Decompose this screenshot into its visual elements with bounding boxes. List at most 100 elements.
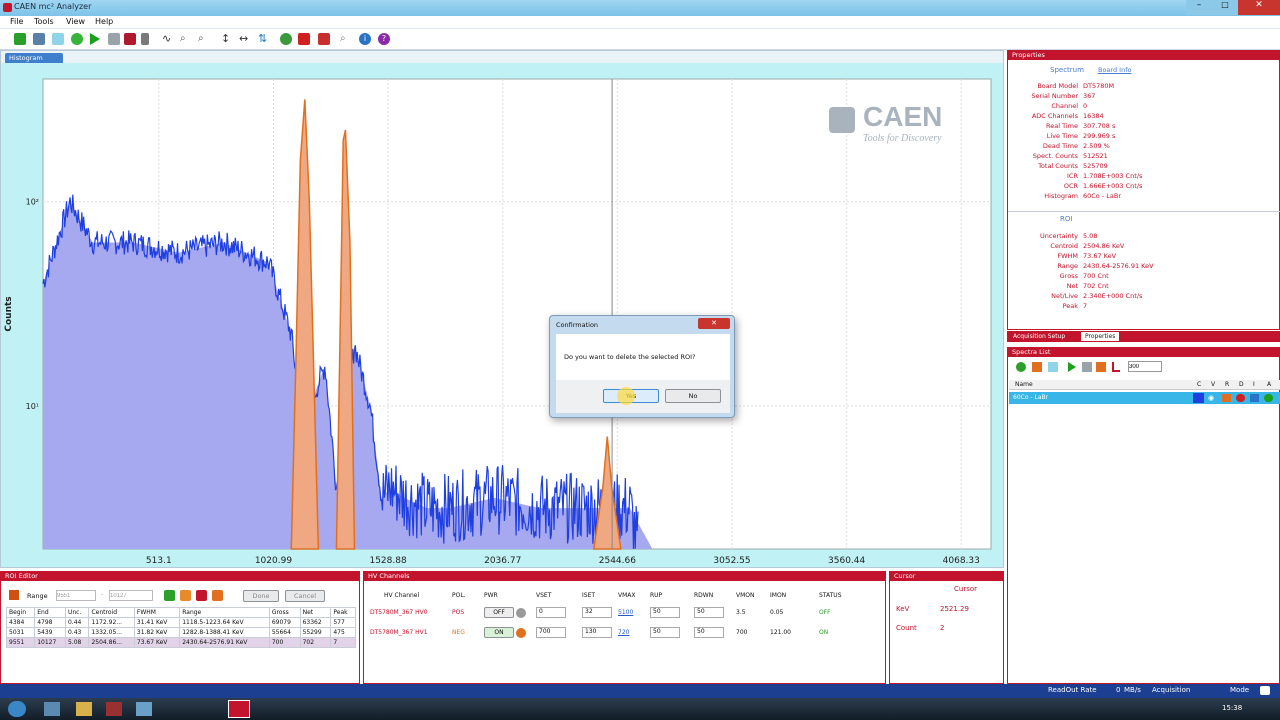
filter-icon[interactable] <box>52 33 64 45</box>
zoom-in-icon[interactable]: ⌕ <box>180 33 192 45</box>
roi-cell: 10127 <box>34 637 66 648</box>
roi-table-row[interactable]: 4384 4798 0.44 1172.92... 31.41 KeV 1118.5-12… <box>5 617 356 628</box>
hv-power-icon[interactable] <box>516 608 526 618</box>
roi-table-row[interactable]: 5031 5439 0.43 1332.05... 31.82 KeV 1282.8-13… <box>5 627 356 638</box>
range-to-input[interactable] <box>109 590 153 601</box>
fit-horizontal-icon[interactable]: ↔ <box>239 33 251 45</box>
media-icon[interactable] <box>106 702 122 716</box>
hv-iset-input[interactable]: 32 <box>582 607 612 618</box>
hv-vmon: 700 <box>736 629 748 636</box>
histogram-chart[interactable]: 513.1 1020.99 1528.88 2036.77 2544.66 3052.55… <box>1 63 1003 567</box>
active-icon[interactable] <box>1264 394 1273 402</box>
hv-iset-input[interactable]: 130 <box>582 627 612 638</box>
info-icon[interactable]: i <box>359 33 371 45</box>
tab-acquisition-setup[interactable]: Acquisition Setup <box>1009 332 1070 341</box>
col-v: V <box>1211 381 1216 388</box>
zoom-out-icon[interactable]: ⌕ <box>198 33 210 45</box>
step-icon[interactable] <box>141 33 149 45</box>
add-spectrum-icon[interactable] <box>1016 362 1026 372</box>
dialog-title: Confirmation <box>556 321 599 329</box>
start-spectrum-icon[interactable] <box>1068 362 1076 372</box>
cancel-button[interactable]: Cancel <box>285 590 325 602</box>
start-button[interactable] <box>8 701 26 717</box>
minimize-button[interactable]: – <box>1186 0 1212 15</box>
roi-table-row[interactable]: 9551 10127 5.08 2504.86... 73.67 KeV 2430.64-… <box>5 637 356 648</box>
menu-help[interactable]: Help <box>95 17 113 26</box>
roi-prop-label: Range <box>1057 262 1078 270</box>
clear-roi-icon[interactable] <box>212 590 223 601</box>
fit-vertical-icon[interactable]: ↕ <box>221 33 233 45</box>
hv-vset-input[interactable]: 700 <box>536 627 566 638</box>
new-icon[interactable] <box>14 33 26 45</box>
roi-prop-value: 2430.64-2576.91 KeV <box>1083 262 1154 270</box>
spectra-list-item[interactable]: 60Co - LaBr ◉ <box>1009 392 1280 404</box>
help-icon[interactable]: ? <box>378 33 390 45</box>
export-icon[interactable] <box>318 33 330 45</box>
roi-cell: 4798 <box>34 617 66 628</box>
spectra-time-input[interactable] <box>1128 361 1162 372</box>
pause-spectrum-icon[interactable] <box>1082 362 1092 372</box>
roi-toggle-icon[interactable] <box>1222 394 1231 402</box>
spectrum-prop-row: Spect. Counts 512521 <box>1008 152 1108 160</box>
delete-icon[interactable] <box>1236 394 1245 402</box>
done-button[interactable]: Done <box>243 590 279 602</box>
roi-color-swatch[interactable] <box>9 590 19 600</box>
swap-icon[interactable]: ⇅ <box>258 33 270 45</box>
explorer-icon[interactable] <box>136 702 152 716</box>
play-icon[interactable] <box>90 33 100 45</box>
menu-tools[interactable]: Tools <box>34 17 54 26</box>
roi-cell: 5439 <box>34 627 66 638</box>
maximize-button[interactable]: □ <box>1212 0 1238 15</box>
tab-histogram[interactable]: Histogram <box>5 53 63 63</box>
tab-board-info[interactable]: Board Info <box>1098 66 1131 74</box>
ie-icon[interactable] <box>44 702 60 716</box>
tab-properties[interactable]: Properties <box>1081 332 1120 341</box>
menu-view[interactable]: View <box>66 17 85 26</box>
search-icon[interactable]: ⌕ <box>340 33 352 45</box>
folder-icon[interactable] <box>76 702 92 716</box>
delete-roi-icon[interactable] <box>196 590 207 601</box>
hv-rup-input[interactable]: 50 <box>650 607 680 618</box>
eye-icon[interactable]: ◉ <box>1208 394 1214 402</box>
hv-rdwn-input[interactable]: 50 <box>694 627 724 638</box>
send-icon[interactable] <box>298 33 310 45</box>
globe-icon[interactable] <box>280 33 292 45</box>
roi-col-header: Gross <box>268 607 301 618</box>
open-spectrum-icon[interactable] <box>1032 362 1042 372</box>
save-icon[interactable] <box>33 33 45 45</box>
spectrum-color-swatch[interactable] <box>1193 393 1204 403</box>
info-spectrum-icon[interactable] <box>1250 394 1259 402</box>
hv-col-header: VMON <box>736 592 755 599</box>
hv-vmax-link[interactable]: 720 <box>618 629 629 636</box>
range-from-input[interactable] <box>56 590 96 601</box>
hv-imon: 0.05 <box>770 609 784 616</box>
no-button[interactable]: No <box>665 389 721 403</box>
roi-prop-row: Range 2430.64-2576.91 KeV <box>1008 262 1154 270</box>
roi-prop-row: Net/Live 2.340E+000 Cnt/s <box>1008 292 1142 300</box>
caen-taskbar-icon[interactable] <box>228 700 250 718</box>
hv-power-toggle[interactable]: ON <box>484 627 514 638</box>
roi-prop-row: Centroid 2504.86 KeV <box>1008 242 1124 250</box>
hv-power-toggle[interactable]: OFF <box>484 607 514 618</box>
edit-roi-icon[interactable] <box>180 590 191 601</box>
pause-icon[interactable] <box>108 33 120 45</box>
refresh-icon[interactable] <box>71 33 83 45</box>
hv-vset-input[interactable]: 0 <box>536 607 566 618</box>
add-roi-icon[interactable] <box>164 590 175 601</box>
stop-icon[interactable] <box>124 33 136 45</box>
hv-rdwn-input[interactable]: 50 <box>694 607 724 618</box>
stop-spectrum-icon[interactable] <box>1096 362 1106 372</box>
hv-rup-input[interactable]: 50 <box>650 627 680 638</box>
hv-channel-name: DT5780M_367 HV0 <box>370 609 428 616</box>
hv-power-icon[interactable] <box>516 628 526 638</box>
log-scale-icon[interactable] <box>1112 362 1120 372</box>
filter-spectrum-icon[interactable] <box>1048 362 1058 372</box>
close-window-button[interactable]: ✕ <box>1238 0 1280 15</box>
mode-icon[interactable] <box>1260 686 1270 695</box>
menu-file[interactable]: File <box>10 17 23 26</box>
tab-spectrum[interactable]: Spectrum <box>1050 66 1084 74</box>
dialog-close-button[interactable]: ✕ <box>698 318 730 329</box>
hv-vmax-link[interactable]: 5100 <box>618 609 633 616</box>
dialog-body: Do you want to delete the selected ROI? … <box>556 334 730 413</box>
wave-icon[interactable]: ∿ <box>162 33 174 45</box>
